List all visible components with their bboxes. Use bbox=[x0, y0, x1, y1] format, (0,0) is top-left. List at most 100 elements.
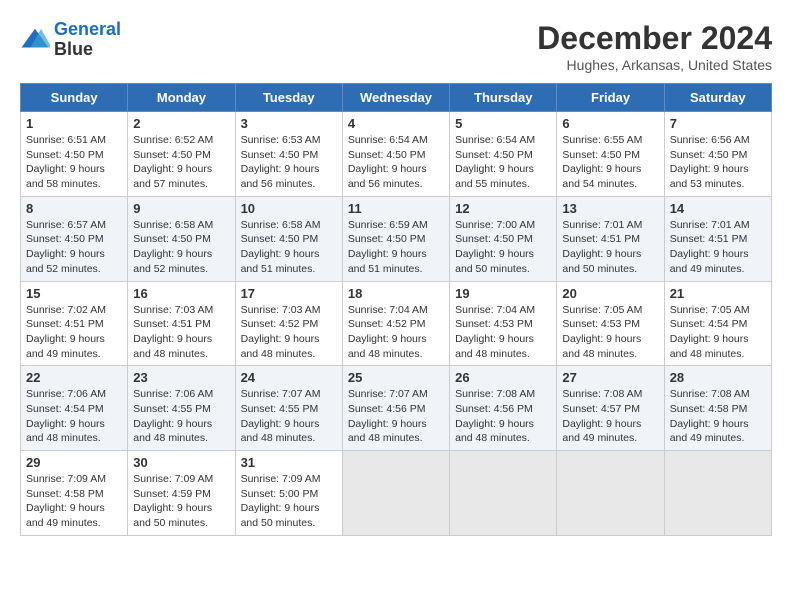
day-info: Sunrise: 7:05 AMSunset: 4:54 PMDaylight:… bbox=[670, 303, 766, 362]
calendar-cell: 25 Sunrise: 7:07 AMSunset: 4:56 PMDayligh… bbox=[342, 366, 449, 451]
calendar-cell: 7 Sunrise: 6:56 AMSunset: 4:50 PMDaylight… bbox=[664, 112, 771, 197]
day-number: 30 bbox=[133, 455, 229, 470]
day-number: 18 bbox=[348, 286, 444, 301]
logo: General Blue bbox=[20, 20, 121, 60]
day-info: Sunrise: 6:54 AMSunset: 4:50 PMDaylight:… bbox=[348, 133, 444, 192]
weekday-header: Friday bbox=[557, 84, 664, 112]
calendar-cell bbox=[557, 451, 664, 536]
calendar-cell: 6 Sunrise: 6:55 AMSunset: 4:50 PMDaylight… bbox=[557, 112, 664, 197]
day-number: 11 bbox=[348, 201, 444, 216]
calendar-cell: 17 Sunrise: 7:03 AMSunset: 4:52 PMDayligh… bbox=[235, 281, 342, 366]
day-number: 12 bbox=[455, 201, 551, 216]
calendar-cell: 26 Sunrise: 7:08 AMSunset: 4:56 PMDayligh… bbox=[450, 366, 557, 451]
calendar-cell: 4 Sunrise: 6:54 AMSunset: 4:50 PMDaylight… bbox=[342, 112, 449, 197]
day-number: 13 bbox=[562, 201, 658, 216]
calendar-cell: 31 Sunrise: 7:09 AMSunset: 5:00 PMDayligh… bbox=[235, 451, 342, 536]
day-number: 25 bbox=[348, 370, 444, 385]
day-info: Sunrise: 6:51 AMSunset: 4:50 PMDaylight:… bbox=[26, 133, 122, 192]
day-info: Sunrise: 6:58 AMSunset: 4:50 PMDaylight:… bbox=[241, 218, 337, 277]
day-info: Sunrise: 7:06 AMSunset: 4:55 PMDaylight:… bbox=[133, 387, 229, 446]
day-info: Sunrise: 6:56 AMSunset: 4:50 PMDaylight:… bbox=[670, 133, 766, 192]
day-info: Sunrise: 6:54 AMSunset: 4:50 PMDaylight:… bbox=[455, 133, 551, 192]
location: Hughes, Arkansas, United States bbox=[537, 57, 772, 73]
calendar-cell: 27 Sunrise: 7:08 AMSunset: 4:57 PMDayligh… bbox=[557, 366, 664, 451]
calendar-cell: 1Sunrise: 6:51 AMSunset: 4:50 PMDaylight… bbox=[21, 112, 128, 197]
day-info: Sunrise: 7:03 AMSunset: 4:51 PMDaylight:… bbox=[133, 303, 229, 362]
logo-icon bbox=[20, 25, 50, 55]
day-number: 16 bbox=[133, 286, 229, 301]
day-number: 4 bbox=[348, 116, 444, 131]
day-info: Sunrise: 6:55 AMSunset: 4:50 PMDaylight:… bbox=[562, 133, 658, 192]
day-number: 14 bbox=[670, 201, 766, 216]
day-info: Sunrise: 6:52 AMSunset: 4:50 PMDaylight:… bbox=[133, 133, 229, 192]
day-number: 21 bbox=[670, 286, 766, 301]
calendar-cell: 13 Sunrise: 7:01 AMSunset: 4:51 PMDayligh… bbox=[557, 196, 664, 281]
calendar-cell: 18 Sunrise: 7:04 AMSunset: 4:52 PMDayligh… bbox=[342, 281, 449, 366]
day-info: Sunrise: 7:04 AMSunset: 4:52 PMDaylight:… bbox=[348, 303, 444, 362]
calendar-cell: 20Sunrise: 7:05 AMSunset: 4:53 PMDayligh… bbox=[557, 281, 664, 366]
day-info: Sunrise: 7:09 AMSunset: 5:00 PMDaylight:… bbox=[241, 472, 337, 531]
calendar-cell: 5 Sunrise: 6:54 AMSunset: 4:50 PMDaylight… bbox=[450, 112, 557, 197]
weekday-header: Wednesday bbox=[342, 84, 449, 112]
day-number: 2 bbox=[133, 116, 229, 131]
day-info: Sunrise: 6:53 AMSunset: 4:50 PMDaylight:… bbox=[241, 133, 337, 192]
calendar-cell: 28 Sunrise: 7:08 AMSunset: 4:58 PMDayligh… bbox=[664, 366, 771, 451]
day-number: 22 bbox=[26, 370, 122, 385]
weekday-header: Thursday bbox=[450, 84, 557, 112]
day-info: Sunrise: 6:57 AMSunset: 4:50 PMDaylight:… bbox=[26, 218, 122, 277]
calendar-cell: 19 Sunrise: 7:04 AMSunset: 4:53 PMDayligh… bbox=[450, 281, 557, 366]
day-info: Sunrise: 6:59 AMSunset: 4:50 PMDaylight:… bbox=[348, 218, 444, 277]
day-number: 10 bbox=[241, 201, 337, 216]
calendar-cell bbox=[450, 451, 557, 536]
day-number: 19 bbox=[455, 286, 551, 301]
day-info: Sunrise: 7:03 AMSunset: 4:52 PMDaylight:… bbox=[241, 303, 337, 362]
day-number: 24 bbox=[241, 370, 337, 385]
day-number: 6 bbox=[562, 116, 658, 131]
calendar-cell: 15 Sunrise: 7:02 AMSunset: 4:51 PMDayligh… bbox=[21, 281, 128, 366]
day-info: Sunrise: 7:06 AMSunset: 4:54 PMDaylight:… bbox=[26, 387, 122, 446]
day-info: Sunrise: 7:09 AMSunset: 4:59 PMDaylight:… bbox=[133, 472, 229, 531]
calendar-cell: 12 Sunrise: 7:00 AMSunset: 4:50 PMDayligh… bbox=[450, 196, 557, 281]
day-info: Sunrise: 7:02 AMSunset: 4:51 PMDaylight:… bbox=[26, 303, 122, 362]
weekday-header: Tuesday bbox=[235, 84, 342, 112]
calendar-cell: 21 Sunrise: 7:05 AMSunset: 4:54 PMDayligh… bbox=[664, 281, 771, 366]
calendar: SundayMondayTuesdayWednesdayThursdayFrid… bbox=[20, 83, 772, 536]
month-title: December 2024 bbox=[537, 20, 772, 57]
day-info: Sunrise: 7:07 AMSunset: 4:56 PMDaylight:… bbox=[348, 387, 444, 446]
calendar-cell: 30 Sunrise: 7:09 AMSunset: 4:59 PMDayligh… bbox=[128, 451, 235, 536]
day-info: Sunrise: 7:08 AMSunset: 4:58 PMDaylight:… bbox=[670, 387, 766, 446]
calendar-cell: 3 Sunrise: 6:53 AMSunset: 4:50 PMDaylight… bbox=[235, 112, 342, 197]
day-info: Sunrise: 7:01 AMSunset: 4:51 PMDaylight:… bbox=[562, 218, 658, 277]
day-info: Sunrise: 7:01 AMSunset: 4:51 PMDaylight:… bbox=[670, 218, 766, 277]
day-number: 28 bbox=[670, 370, 766, 385]
day-number: 15 bbox=[26, 286, 122, 301]
page-header: General Blue December 2024 Hughes, Arkan… bbox=[20, 20, 772, 73]
calendar-cell: 14 Sunrise: 7:01 AMSunset: 4:51 PMDayligh… bbox=[664, 196, 771, 281]
calendar-cell: 9Sunrise: 6:58 AMSunset: 4:50 PMDaylight… bbox=[128, 196, 235, 281]
day-number: 3 bbox=[241, 116, 337, 131]
logo-text: General Blue bbox=[54, 20, 121, 60]
day-number: 23 bbox=[133, 370, 229, 385]
day-number: 8 bbox=[26, 201, 122, 216]
weekday-header: Saturday bbox=[664, 84, 771, 112]
weekday-header: Sunday bbox=[21, 84, 128, 112]
weekday-header: Monday bbox=[128, 84, 235, 112]
day-number: 7 bbox=[670, 116, 766, 131]
calendar-cell: 8 Sunrise: 6:57 AMSunset: 4:50 PMDaylight… bbox=[21, 196, 128, 281]
day-info: Sunrise: 7:00 AMSunset: 4:50 PMDaylight:… bbox=[455, 218, 551, 277]
day-info: Sunrise: 7:08 AMSunset: 4:57 PMDaylight:… bbox=[562, 387, 658, 446]
day-info: Sunrise: 7:08 AMSunset: 4:56 PMDaylight:… bbox=[455, 387, 551, 446]
day-number: 5 bbox=[455, 116, 551, 131]
day-info: Sunrise: 7:04 AMSunset: 4:53 PMDaylight:… bbox=[455, 303, 551, 362]
calendar-cell: 2 Sunrise: 6:52 AMSunset: 4:50 PMDaylight… bbox=[128, 112, 235, 197]
title-block: December 2024 Hughes, Arkansas, United S… bbox=[537, 20, 772, 73]
day-number: 27 bbox=[562, 370, 658, 385]
day-number: 26 bbox=[455, 370, 551, 385]
day-number: 29 bbox=[26, 455, 122, 470]
day-number: 31 bbox=[241, 455, 337, 470]
calendar-cell bbox=[342, 451, 449, 536]
calendar-cell: 22 Sunrise: 7:06 AMSunset: 4:54 PMDayligh… bbox=[21, 366, 128, 451]
day-number: 17 bbox=[241, 286, 337, 301]
day-info: Sunrise: 7:09 AMSunset: 4:58 PMDaylight:… bbox=[26, 472, 122, 531]
day-number: 9 bbox=[133, 201, 229, 216]
